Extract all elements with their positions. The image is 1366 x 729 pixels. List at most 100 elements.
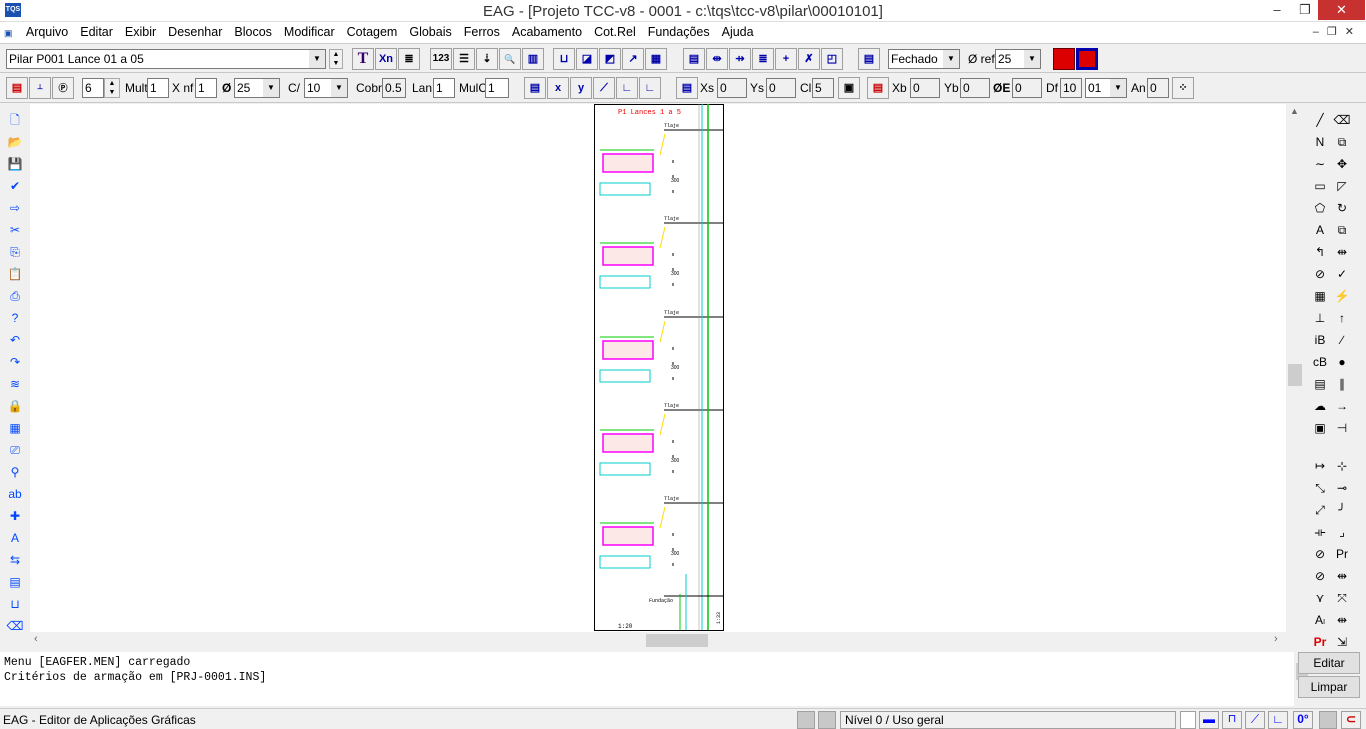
text-button[interactable]: T (352, 48, 374, 70)
insert-block-icon[interactable]: iB (1309, 330, 1331, 350)
text-style-icon[interactable]: A (4, 528, 26, 548)
pn-icon[interactable]: Ⓟ (52, 77, 74, 99)
copy-icon[interactable]: ⎘ (4, 242, 26, 262)
dim-horizontal-icon[interactable]: ↦ (1309, 456, 1331, 476)
print-icon[interactable]: ⎙ (4, 286, 26, 306)
stop-red-icon[interactable] (1053, 48, 1075, 70)
xnf-field[interactable]: 1 (195, 78, 217, 98)
dim-curve-icon[interactable]: ╯ (1331, 500, 1353, 520)
rectangle-icon[interactable]: ▭ (1309, 176, 1331, 196)
minimize-button[interactable]: – (1262, 0, 1292, 20)
dim-vertical-icon[interactable]: ⤡ (1309, 478, 1331, 498)
bar-delete-icon[interactable]: ✗ (798, 48, 820, 70)
n-spinner[interactable]: ▲ ▼ (104, 78, 120, 98)
save-icon[interactable]: 💾 (4, 154, 26, 174)
snap-line-icon[interactable]: ⟋ (1245, 711, 1265, 729)
menu-ajuda[interactable]: Ajuda (716, 22, 760, 42)
lock-layer-icon[interactable]: ⊓ (1222, 711, 1242, 729)
view-section-icon[interactable]: ◪ (576, 48, 598, 70)
view-diagonal-icon[interactable]: ↗ (622, 48, 644, 70)
drawing-canvas[interactable]: P1 Lances 1 a 5 Tlaje 300 Tlaje 300 Tlaje 300… (30, 104, 1286, 632)
replace-text-icon[interactable]: ab (4, 484, 26, 504)
bar-h2-icon[interactable]: ⇸ (729, 48, 751, 70)
move-icon[interactable]: ✥ (1331, 154, 1353, 174)
erase-icon[interactable]: ⌫ (1331, 110, 1353, 130)
leader-icon[interactable]: ⇹ (1331, 610, 1353, 630)
chamfer-icon[interactable]: ∕ (1331, 330, 1353, 350)
chevron-down-icon[interactable]: ▼ (1024, 50, 1040, 68)
scroll-right-icon[interactable]: › (1274, 633, 1278, 645)
list-icon[interactable]: ☰ (453, 48, 475, 70)
bar-distribute-icon[interactable]: ≣ (752, 48, 774, 70)
check-icon[interactable]: ✔ (4, 176, 26, 196)
scroll-left-icon[interactable]: ‹ (34, 633, 38, 645)
chevron-down-icon[interactable]: ▼ (263, 79, 279, 97)
dim-break-icon[interactable]: ⊘ (1309, 566, 1331, 586)
menu-cotrel[interactable]: Cot.Rel (588, 22, 642, 42)
angle-indicator[interactable]: 0° (1293, 711, 1313, 729)
circle-icon[interactable]: ⊘ (1309, 264, 1331, 284)
stretch-icon[interactable]: ⧉ (1331, 132, 1353, 152)
df-field[interactable]: 10 (1060, 78, 1082, 98)
magnet-icon[interactable]: ⊂ (1341, 711, 1361, 729)
stop-blue-icon[interactable] (1076, 48, 1098, 70)
numbering-button[interactable]: 123 (430, 48, 452, 70)
dim-angle-icon[interactable]: ⇹ (1331, 566, 1353, 586)
color-indicator[interactable] (1180, 711, 1196, 729)
bar-h-icon[interactable]: ⇹ (706, 48, 728, 70)
y-mark-icon[interactable]: y (570, 77, 592, 99)
chevron-down-icon[interactable]: ▼ (1110, 79, 1126, 97)
dim-multiple-icon[interactable]: ⋎ (1309, 588, 1331, 608)
scale-icon[interactable]: ⧉ (1331, 220, 1353, 240)
form-icon[interactable]: ≣ (398, 48, 420, 70)
mulc-field[interactable]: 1 (485, 78, 509, 98)
mirror-icon[interactable]: ◸ (1331, 176, 1353, 196)
xb-field[interactable]: 0 (910, 78, 940, 98)
sheet-icon[interactable]: ◰ (821, 48, 843, 70)
colors-icon[interactable]: ▦ (4, 418, 26, 438)
list-icon[interactable]: ▤ (1309, 374, 1331, 394)
extend-icon[interactable]: ⚡ (1331, 286, 1353, 306)
cl-field[interactable]: 5 (812, 78, 834, 98)
cut-icon[interactable]: ✂ (4, 220, 26, 240)
menu-cotagem[interactable]: Cotagem (341, 22, 404, 42)
zoom-icon[interactable]: 🔍 (499, 48, 521, 70)
dim-joint-icon[interactable]: ⊹ (1331, 456, 1353, 476)
join-icon[interactable]: → (1331, 396, 1353, 416)
parallel-icon[interactable]: ∥ (1331, 374, 1353, 394)
binoculars-icon[interactable]: ⚲ (4, 462, 26, 482)
window-icon[interactable]: ⊔ (4, 594, 26, 614)
line-icon[interactable]: ╱ (1309, 110, 1331, 130)
menu-acabamento[interactable]: Acabamento (506, 22, 588, 42)
properties-icon[interactable]: ▤ (867, 77, 889, 99)
redo-icon[interactable]: ↷ (4, 352, 26, 372)
hatch-icon[interactable]: ▦ (1309, 286, 1331, 306)
close-button[interactable]: ✕ (1318, 0, 1365, 20)
chevron-down-icon[interactable]: ▼ (309, 50, 325, 68)
clear-button[interactable]: Limpar (1298, 676, 1360, 698)
yb-field[interactable]: 0 (960, 78, 990, 98)
pilar-select[interactable]: Pilar P001 Lance 01 a 05 ▼ (6, 49, 326, 69)
hscroll-thumb[interactable] (646, 634, 708, 647)
text-icon[interactable]: A (1309, 220, 1331, 240)
pr-icon[interactable]: Pr (1309, 632, 1331, 652)
fechado-select[interactable]: Fechado ▼ (888, 49, 960, 69)
ortho-icon[interactable]: ∟ (1268, 711, 1288, 729)
offset-icon[interactable]: ↑ (1331, 308, 1353, 328)
phi-select[interactable]: 25 ▼ (234, 78, 280, 98)
axes-fill-icon[interactable]: ∟ (639, 77, 661, 99)
menu-globais[interactable]: Globais (403, 22, 457, 42)
new-icon[interactable]: 🗋 (4, 110, 26, 130)
view-top-icon[interactable]: ⊔ (553, 48, 575, 70)
x-mark-icon[interactable]: x (547, 77, 569, 99)
menu-modificar[interactable]: Modificar (278, 22, 341, 42)
dim-link-icon[interactable]: ⊸ (1331, 478, 1353, 498)
dim-diagonal-icon[interactable]: ⊘ (1309, 544, 1331, 564)
table-icon[interactable]: ▥ (522, 48, 544, 70)
dim-arc-icon[interactable]: Aₗ (1309, 610, 1331, 630)
properties-icon[interactable]: ▤ (6, 77, 28, 99)
bar-add-icon[interactable]: + (775, 48, 797, 70)
cloud-icon[interactable]: ☁ (1309, 396, 1331, 416)
edit-button[interactable]: Editar (1298, 652, 1360, 674)
an-field[interactable]: 0 (1147, 78, 1169, 98)
